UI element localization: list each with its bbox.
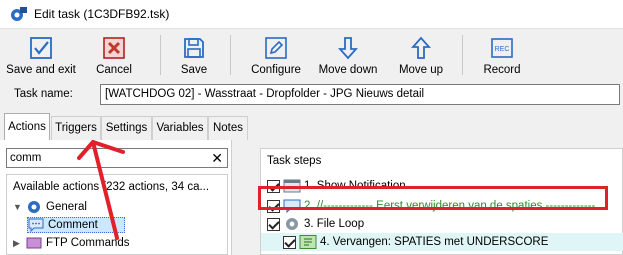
tree-item-label: Comment — [48, 219, 98, 231]
arrow-down-icon — [337, 37, 359, 60]
action-search-input[interactable]: comm ✕ — [6, 148, 228, 168]
app-icon — [11, 7, 27, 21]
clear-search-icon[interactable]: ✕ — [211, 150, 223, 167]
task-steps-list: Task steps 1. Show Notification 2. //---… — [260, 148, 623, 255]
step-label: 1. Show Notification — [304, 180, 406, 192]
tab-notes[interactable]: Notes — [208, 116, 248, 140]
tab-actions[interactable]: Actions — [4, 113, 50, 141]
window-title: Edit task (1C3DFB92.tsk) — [34, 7, 170, 21]
comment-bubble-icon — [283, 199, 301, 213]
toolbar-separator — [462, 35, 463, 75]
step-row[interactable]: 2. //------------- Eerst verwijderen van… — [261, 197, 623, 215]
step-row[interactable]: 4. Vervangen: SPATIES met UNDERSCORE — [261, 233, 623, 251]
replace-icon — [299, 235, 317, 249]
loop-gear-icon — [286, 218, 298, 230]
move-down-button[interactable]: Move down — [316, 29, 380, 81]
toolbar-separator — [230, 35, 231, 75]
tree-item-label: FTP Commands — [46, 237, 130, 249]
configure-label: Configure — [251, 64, 301, 76]
step-label: 3. File Loop — [304, 218, 365, 230]
step-checkbox[interactable] — [283, 235, 296, 249]
tab-triggers[interactable]: Triggers — [51, 116, 101, 140]
step-checkbox[interactable] — [267, 179, 280, 193]
selected-highlight: Comment — [27, 217, 125, 233]
task-steps-header: Task steps — [267, 155, 322, 167]
step-label: 2. //------------- Eerst verwijderen van… — [304, 200, 596, 212]
move-up-label: Move up — [398, 64, 444, 76]
actions-panel: comm ✕ Available actions (232 actions, 3… — [0, 140, 232, 255]
chevron-right-icon[interactable]: ▶ — [13, 238, 23, 249]
step-label: 4. Vervangen: SPATIES met UNDERSCORE — [320, 236, 549, 248]
svg-text:REC: REC — [495, 46, 510, 53]
cancel-label: Cancel — [96, 64, 132, 76]
configure-button[interactable]: Configure — [246, 29, 306, 81]
title-bar: Edit task (1C3DFB92.tsk) — [0, 0, 623, 28]
record-icon: REC — [491, 38, 513, 58]
comment-bubble-icon — [28, 218, 44, 232]
tree-item-label: General — [46, 201, 87, 213]
cancel-icon — [103, 37, 125, 59]
task-name-row: Task name: [WATCHDOG 02] - Wasstraat - D… — [0, 80, 623, 110]
step-row[interactable]: 3. File Loop — [261, 215, 623, 233]
task-name-label: Task name: — [14, 88, 73, 100]
available-actions-header: Available actions (232 actions, 34 ca... — [13, 181, 210, 193]
step-checkbox[interactable] — [267, 217, 280, 231]
arrow-up-icon — [410, 36, 432, 59]
save-and-exit-icon — [30, 37, 52, 59]
cancel-button[interactable]: Cancel — [90, 29, 138, 81]
move-up-button[interactable]: Move up — [394, 29, 448, 81]
general-gear-icon — [28, 201, 40, 213]
pencil-edit-icon — [265, 37, 287, 59]
tree-item-ftp-commands[interactable]: ▶ FTP Commands — [13, 235, 130, 251]
save-button[interactable]: Save — [172, 29, 216, 81]
toolbar: Save and exit Cancel Save Configure Move… — [0, 28, 623, 80]
tree-item-comment[interactable]: Comment — [27, 217, 125, 233]
tree-item-general[interactable]: ▼ General — [13, 199, 87, 215]
search-value: comm — [10, 152, 42, 164]
save-label: Save — [180, 64, 208, 76]
save-and-exit-button[interactable]: Save and exit — [6, 29, 76, 81]
record-button[interactable]: REC Record — [478, 29, 526, 81]
chevron-down-icon[interactable]: ▼ — [13, 202, 23, 212]
available-actions-tree: Available actions (232 actions, 34 ca...… — [6, 174, 228, 255]
panel-splitter[interactable] — [232, 140, 252, 255]
step-row[interactable]: 1. Show Notification — [261, 177, 623, 195]
tab-bar: Actions Triggers Settings Variables Note… — [0, 110, 623, 141]
task-steps-panel: Task steps 1. Show Notification 2. //---… — [252, 140, 623, 255]
step-checkbox[interactable] — [267, 199, 280, 213]
floppy-disk-icon — [184, 38, 204, 58]
tab-settings[interactable]: Settings — [101, 116, 152, 140]
task-name-input[interactable]: [WATCHDOG 02] - Wasstraat - Dropfolder -… — [100, 84, 620, 105]
move-down-label: Move down — [318, 64, 378, 76]
notification-icon — [283, 179, 301, 193]
tab-variables[interactable]: Variables — [152, 116, 208, 140]
record-label: Record — [483, 64, 521, 76]
save-and-exit-label: Save and exit — [6, 64, 76, 76]
ftp-icon — [26, 237, 42, 249]
toolbar-separator — [160, 35, 161, 75]
